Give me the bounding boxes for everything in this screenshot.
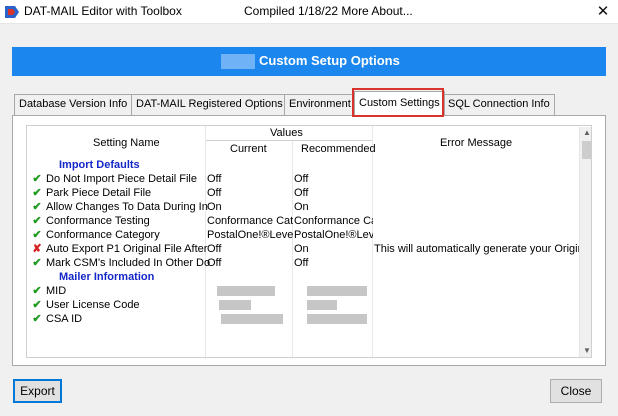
header-setting-name[interactable]: Setting Name <box>93 137 160 149</box>
banner-title: Custom Setup Options <box>259 53 400 68</box>
redacted-block <box>221 54 255 69</box>
section-import-defaults: Import Defaults <box>27 158 591 172</box>
table-row[interactable]: ✔ MID <box>27 284 591 298</box>
current-value: Off <box>207 243 222 255</box>
section-title: Mailer Information <box>59 271 155 283</box>
setting-name: Allow Changes To Data During In <box>46 201 208 213</box>
current-value: PostalOne!®Level <box>207 229 293 241</box>
recommended-value: Conformance Ca <box>294 215 373 227</box>
window-title: DAT-MAIL Editor with Toolbox <box>24 4 182 18</box>
setting-name: MID <box>46 285 67 297</box>
setting-name: Park Piece Detail File <box>46 187 152 199</box>
current-value: Conformance Cat <box>207 215 293 227</box>
section-title: Import Defaults <box>59 159 140 171</box>
scroll-up-arrow-icon[interactable]: ▲ <box>582 128 591 138</box>
error-message: This will automatically generate your Or… <box>374 243 584 255</box>
table-row[interactable]: ✔ Conformance Category PostalOne!®Level … <box>27 228 591 242</box>
checkmark-icon: ✔ <box>32 313 42 325</box>
grid-vertical-scrollbar[interactable]: ▲ ▼ <box>579 127 591 357</box>
redacted-recommended-value <box>307 286 367 296</box>
custom-settings-panel: Setting Name Values Current Recommended … <box>12 115 606 366</box>
header-error-message[interactable]: Error Message <box>440 137 512 149</box>
recommended-value: On <box>294 243 309 255</box>
scroll-down-arrow-icon[interactable]: ▼ <box>582 346 591 356</box>
setting-name: Mark CSM's Included In Other Do <box>46 257 211 269</box>
values-header-divider <box>206 140 372 141</box>
recommended-value: Off <box>294 187 309 199</box>
settings-grid[interactable]: Setting Name Values Current Recommended … <box>26 125 592 358</box>
header-recommended[interactable]: Recommended <box>301 143 376 155</box>
redacted-current-value <box>219 300 251 310</box>
section-mailer-information: Mailer Information <box>27 270 591 284</box>
setting-name: User License Code <box>46 299 140 311</box>
checkmark-icon: ✔ <box>32 299 42 311</box>
checkmark-icon: ✔ <box>32 215 42 227</box>
redacted-current-value <box>217 286 275 296</box>
close-button[interactable]: Close <box>550 379 602 403</box>
redacted-recommended-value <box>307 300 337 310</box>
table-row[interactable]: ✔ User License Code <box>27 298 591 312</box>
checkmark-icon: ✔ <box>32 285 42 297</box>
table-row[interactable]: ✔ Allow Changes To Data During In On On <box>27 200 591 214</box>
error-x-icon: ✘ <box>32 243 42 255</box>
tab-custom-settings[interactable]: Custom Settings <box>354 91 445 116</box>
custom-setup-banner: Custom Setup Options <box>12 47 606 76</box>
recommended-value: Off <box>294 173 309 185</box>
checkmark-icon: ✔ <box>32 173 42 185</box>
table-row[interactable]: ✔ Mark CSM's Included In Other Do Off Of… <box>27 256 591 270</box>
current-value: Off <box>207 187 222 199</box>
export-button[interactable]: Export <box>13 379 62 403</box>
table-row[interactable]: ✔ Conformance Testing Conformance Cat Co… <box>27 214 591 228</box>
current-value: On <box>207 201 222 213</box>
table-row[interactable]: ✔ Do Not Import Piece Detail File Off Of… <box>27 172 591 186</box>
close-window-icon[interactable]: ✕ <box>592 1 614 23</box>
title-bar: DAT-MAIL Editor with Toolbox Compiled 1/… <box>0 0 618 24</box>
redacted-current-value <box>221 314 283 324</box>
setting-name: Auto Export P1 Original File After <box>46 243 208 255</box>
checkmark-icon: ✔ <box>32 229 42 241</box>
app-logo-icon <box>5 6 19 18</box>
current-value: Off <box>207 173 222 185</box>
setting-name: Do Not Import Piece Detail File <box>46 173 197 185</box>
header-values: Values <box>270 127 303 139</box>
recommended-value: PostalOne!®Lev <box>294 229 373 241</box>
table-row[interactable]: ✔ Park Piece Detail File Off Off <box>27 186 591 200</box>
recommended-value: Off <box>294 257 309 269</box>
compiled-about-link[interactable]: Compiled 1/18/22 More About... <box>244 4 413 18</box>
table-row[interactable]: ✔ CSA ID <box>27 312 591 326</box>
table-row[interactable]: ✘ Auto Export P1 Original File After Off… <box>27 242 591 256</box>
redacted-recommended-value <box>307 314 367 324</box>
tab-sql-connection-info[interactable]: SQL Connection Info <box>443 94 555 115</box>
setting-name: Conformance Testing <box>46 215 150 227</box>
tab-dat-mail-registered-options[interactable]: DAT-MAIL Registered Options <box>131 94 288 115</box>
current-value: Off <box>207 257 222 269</box>
setting-name: CSA ID <box>46 313 83 325</box>
scrollbar-thumb[interactable] <box>582 141 591 159</box>
checkmark-icon: ✔ <box>32 187 42 199</box>
header-current[interactable]: Current <box>230 143 267 155</box>
checkmark-icon: ✔ <box>32 201 42 213</box>
checkmark-icon: ✔ <box>32 257 42 269</box>
recommended-value: On <box>294 201 309 213</box>
tab-database-version-info[interactable]: Database Version Info <box>14 94 133 115</box>
tab-environment[interactable]: Environment <box>284 94 356 115</box>
setting-name: Conformance Category <box>46 229 160 241</box>
